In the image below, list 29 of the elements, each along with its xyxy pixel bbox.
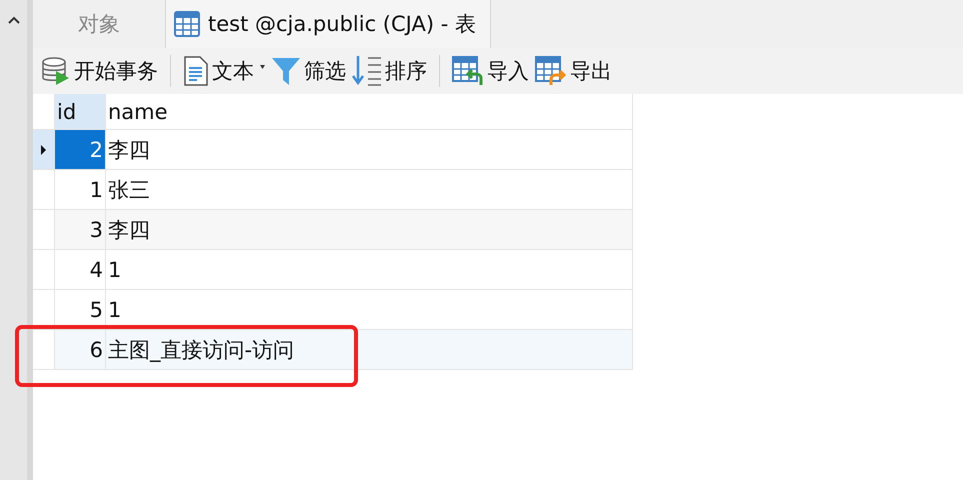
row-header[interactable]	[33, 130, 55, 169]
table-cell[interactable]: 张三	[106, 170, 633, 209]
table-cell[interactable]: 李四	[106, 130, 633, 169]
table-cell[interactable]: 主图_直接访问-访问	[106, 330, 633, 369]
table-cell[interactable]: 1	[106, 290, 633, 329]
database-icon	[41, 56, 71, 86]
table-cell[interactable]: 1	[55, 170, 106, 209]
table-export-icon	[535, 56, 567, 86]
export-button[interactable]: 导出	[533, 54, 614, 88]
column-header[interactable]: id	[55, 94, 106, 129]
text-button[interactable]: 文本	[181, 54, 267, 88]
table-cell[interactable]: 6	[55, 330, 106, 369]
table-icon	[174, 11, 200, 37]
tab[interactable]: test @cja.public (CJA) - 表	[166, 0, 491, 48]
dropdown-icon	[260, 65, 265, 69]
filter-button[interactable]: 筛选	[269, 54, 348, 88]
table-cell[interactable]: 5	[55, 290, 106, 329]
table-cell[interactable]: 2	[55, 130, 106, 169]
sort-button[interactable]: 排序	[350, 53, 429, 89]
sort-icon	[352, 55, 382, 87]
import-button[interactable]: 导入	[450, 54, 531, 88]
table-cell[interactable]: 李四	[106, 210, 633, 249]
table-cell[interactable]: 1	[106, 250, 633, 289]
table-cell[interactable]: 4	[55, 250, 106, 289]
document-icon	[183, 56, 209, 86]
filter-icon	[271, 56, 301, 86]
transaction-button[interactable]: 开始事务	[39, 54, 160, 88]
table-cell[interactable]: 3	[55, 210, 106, 249]
table-import-icon	[452, 56, 484, 86]
